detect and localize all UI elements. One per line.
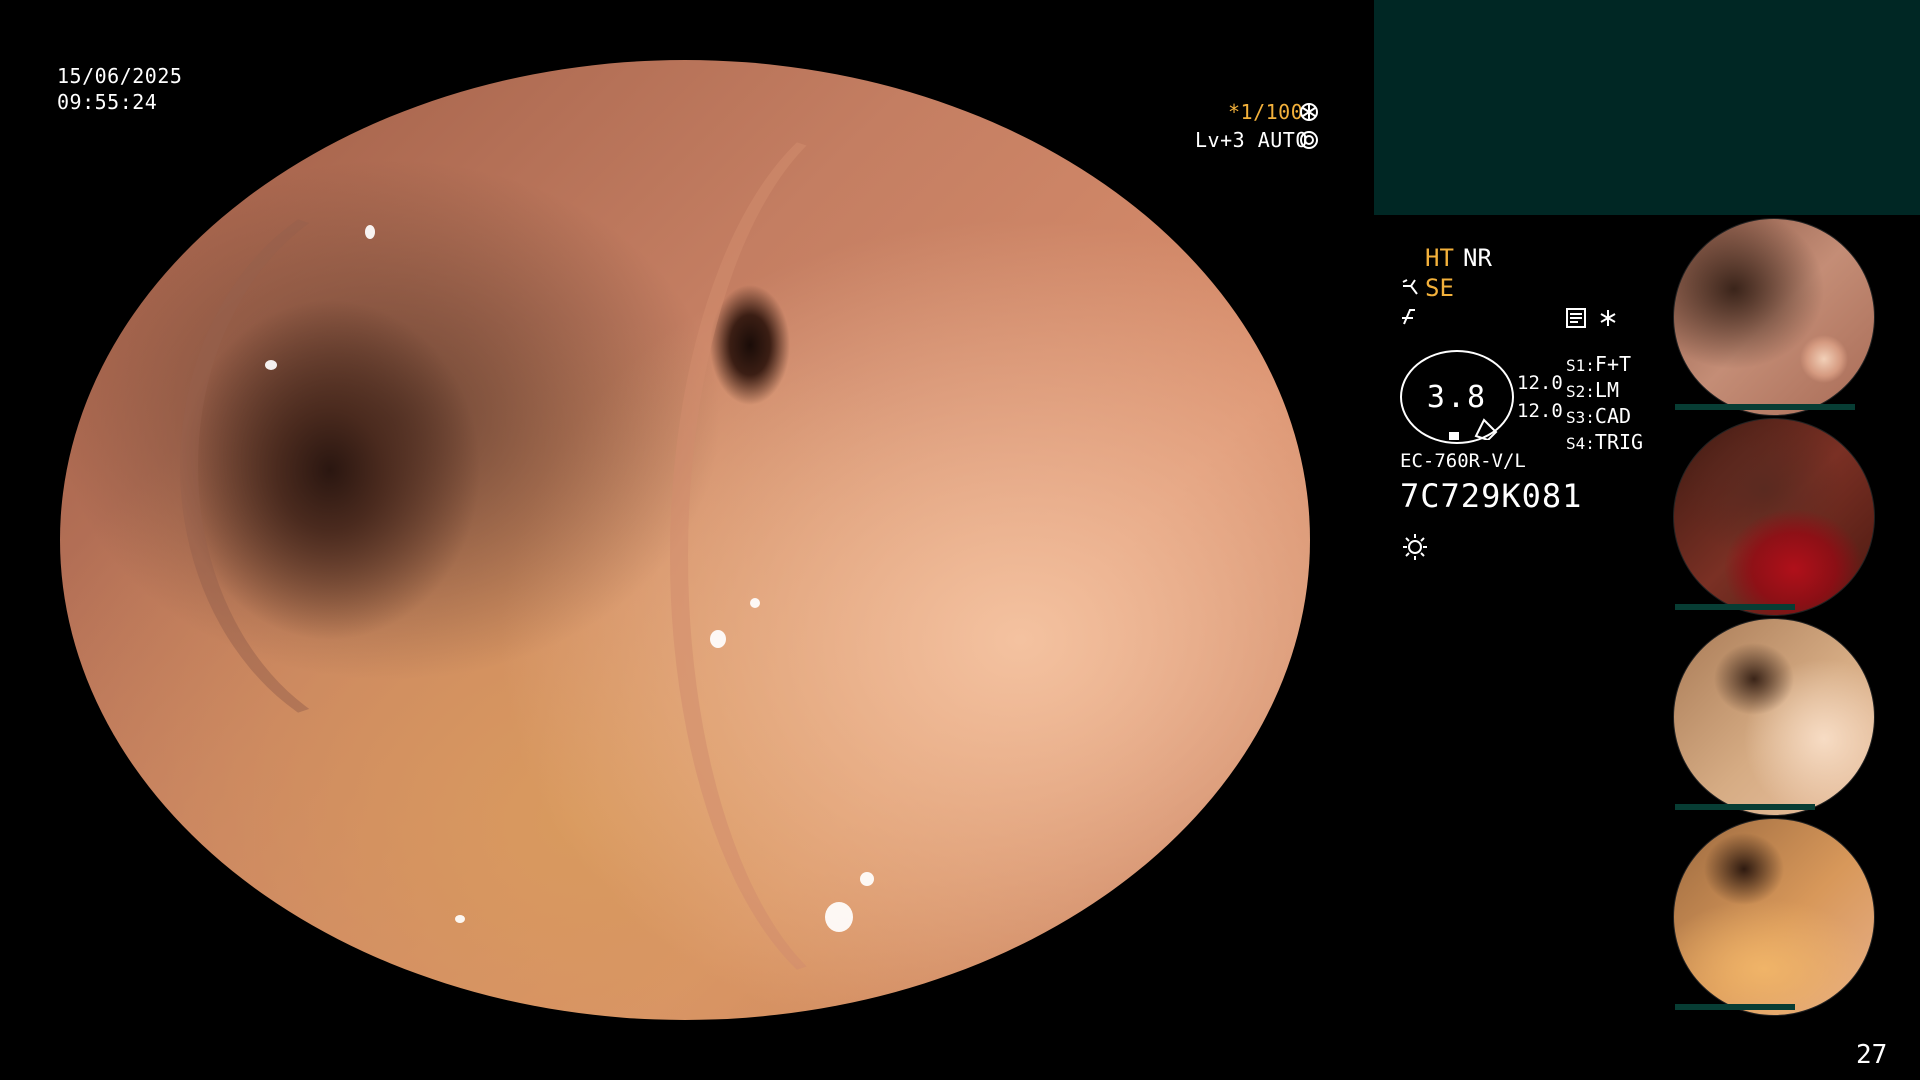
- shutter-label: *1/100: [1228, 100, 1304, 124]
- switch-row-s2: S2:LM: [1566, 378, 1619, 402]
- thumbnail-1-strip: [1675, 404, 1855, 410]
- enhance-icon: [1401, 306, 1421, 328]
- auto-iris-icon: [1299, 130, 1319, 150]
- scope-mode-icon: [1401, 276, 1425, 298]
- light-reflection: [265, 360, 277, 370]
- nr-mode-label: NR: [1463, 244, 1492, 272]
- switch-row-s3: S3:CAD: [1566, 404, 1632, 428]
- light-reflection: [710, 630, 726, 648]
- value-bottom: 12.0: [1517, 400, 1563, 422]
- mucosal-fold: [180, 180, 658, 752]
- thumbnail-3-strip: [1675, 804, 1815, 810]
- light-icon: [1400, 531, 1430, 561]
- light-reflection: [825, 902, 853, 932]
- info-panel: [1374, 0, 1920, 215]
- light-reflection: [860, 872, 874, 886]
- mucosal-fold: [670, 100, 1108, 1012]
- thumbnail-2-strip: [1675, 604, 1795, 610]
- thumbnail-4[interactable]: [1673, 818, 1875, 1016]
- switch-row-s4: S4:TRIG: [1566, 430, 1644, 454]
- endoscope-main-view: [60, 60, 1310, 1020]
- se-mode-label: SE: [1425, 274, 1454, 302]
- switch-list: S1:F+T S2:LM S3:CAD S4:TRIG: [1566, 352, 1643, 456]
- time-label: 09:55:24: [57, 90, 158, 114]
- gauge-value: 3.8: [1426, 379, 1488, 415]
- level-label: Lv+3 AUTO: [1195, 128, 1308, 152]
- switch-row-s1: S1:F+T: [1566, 352, 1632, 376]
- scope-model-label: EC-760R-V/L: [1400, 450, 1526, 472]
- thumbnail-3[interactable]: [1673, 618, 1875, 816]
- ht-mode-label: HT: [1425, 244, 1454, 272]
- record-icon: [1566, 307, 1586, 329]
- value-top: 12.0: [1517, 372, 1563, 394]
- scope-serial-label: 7C729K081: [1400, 477, 1583, 515]
- date-label: 15/06/2025: [57, 64, 183, 88]
- shutter-icon: [1299, 102, 1319, 122]
- frame-count-label: 27: [1856, 1040, 1888, 1070]
- gauge-marker: [1449, 432, 1459, 440]
- light-reflection: [455, 915, 465, 923]
- asterisk-icon: [1599, 309, 1617, 327]
- light-reflection: [450, 65, 464, 73]
- thumbnail-4-strip: [1675, 1004, 1795, 1010]
- light-reflection: [365, 225, 375, 239]
- gauge-pointer-icon: [1474, 418, 1498, 442]
- light-reflection: [750, 598, 760, 608]
- thumbnail-2[interactable]: [1673, 418, 1875, 616]
- thumbnail-1[interactable]: [1673, 218, 1875, 416]
